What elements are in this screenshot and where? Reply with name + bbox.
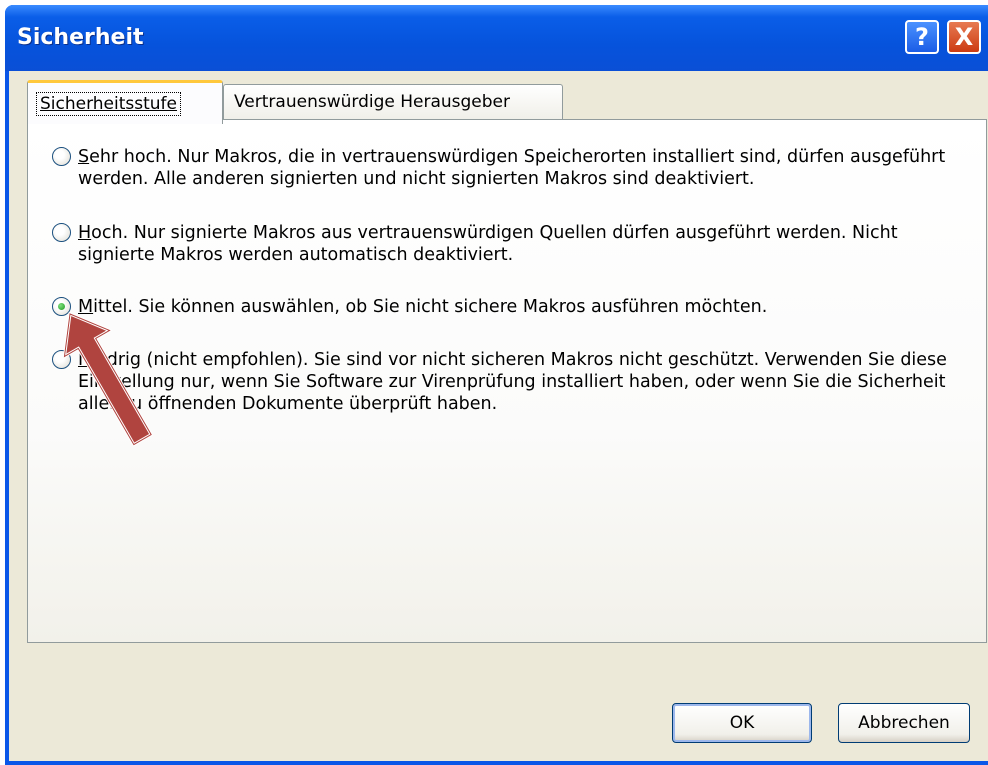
option-label: Niedrig (nicht empfohlen). Sie sind vor … — [78, 350, 947, 414]
option-niedrig[interactable]: Niedrig (nicht empfohlen). Sie sind vor … — [52, 349, 952, 421]
radio-niedrig[interactable] — [52, 350, 71, 369]
tab-vertrauenswuerdige-herausgeber[interactable]: Vertrauenswürdige Herausgeber — [223, 84, 563, 120]
security-dialog: Sicherheit ? X Sicherheitsstufe Vertraue… — [5, 5, 988, 765]
help-button[interactable]: ? — [905, 20, 939, 54]
radio-sehr-hoch[interactable] — [52, 147, 71, 166]
option-label: Hoch. Nur signierte Makros aus vertrauen… — [78, 223, 898, 265]
option-sehr-hoch[interactable]: Sehr hoch. Nur Makros, die in vertrauens… — [52, 146, 952, 196]
tab-label-text: Sicherheitsstufe — [40, 94, 178, 114]
option-mittel[interactable]: Mittel. Sie können auswählen, ob Sie nic… — [52, 296, 952, 322]
tab-panel: Sehr hoch. Nur Makros, die in vertrauens… — [27, 119, 987, 643]
dialog-client-area: Sicherheitsstufe Vertrauenswürdige Herau… — [9, 71, 988, 761]
radio-hoch[interactable] — [52, 223, 71, 242]
option-label: Mittel. Sie können auswählen, ob Sie nic… — [78, 297, 768, 317]
help-icon: ? — [915, 23, 929, 51]
tab-sicherheitsstufe[interactable]: Sicherheitsstufe — [27, 80, 223, 124]
cancel-button[interactable]: Abbrechen — [838, 703, 970, 743]
option-label: Sehr hoch. Nur Makros, die in vertrauens… — [78, 147, 946, 189]
dialog-title: Sicherheit — [17, 25, 144, 50]
tab-label: Sicherheitsstufe — [36, 92, 182, 116]
radio-mittel[interactable] — [52, 297, 71, 316]
close-button[interactable]: X — [947, 20, 981, 54]
tab-label: Vertrauenswürdige Herausgeber — [234, 92, 511, 112]
title-bar[interactable]: Sicherheit ? X — [5, 5, 988, 71]
ok-button[interactable]: OK — [672, 703, 812, 743]
close-icon: X — [954, 23, 974, 51]
option-hoch[interactable]: Hoch. Nur signierte Makros aus vertrauen… — [52, 222, 952, 272]
